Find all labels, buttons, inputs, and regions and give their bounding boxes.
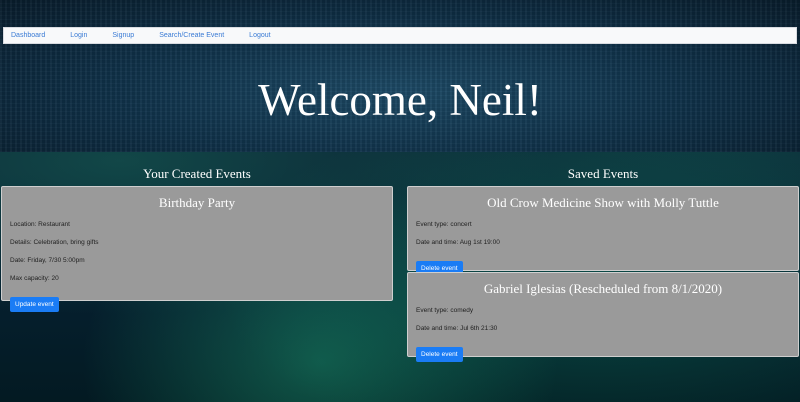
welcome-heading: Welcome, Neil!	[258, 75, 542, 125]
nav-logout[interactable]: Logout	[249, 32, 270, 39]
event-location: Location: Restaurant	[10, 221, 70, 228]
event-datetime: Date and time: Jul 6th 21:30	[416, 325, 498, 332]
event-title: Gabriel Iglesias (Rescheduled from 8/1/2…	[483, 281, 723, 296]
nav-search-create-event[interactable]: Search/Create Event	[159, 32, 224, 39]
event-details: Details: Celebration, bring gifts	[10, 239, 99, 246]
event-title: Old Crow Medicine Show with Molly Tuttle	[487, 195, 719, 210]
event-date: Date: Friday, 7/30 5:00pm	[10, 257, 85, 264]
navbar: Dashboard Login Signup Search/Create Eve…	[3, 27, 797, 44]
created-event-card: Birthday Party Location: Restaurant Deta…	[1, 186, 393, 312]
nav-signup[interactable]: Signup	[112, 32, 134, 39]
update-event-button[interactable]: Update event	[10, 297, 59, 312]
saved-event-card: Old Crow Medicine Show with Molly Tuttle…	[407, 186, 799, 276]
nav-dashboard[interactable]: Dashboard	[11, 32, 45, 39]
delete-event-button[interactable]: Delete event	[416, 347, 463, 362]
event-capacity: Max capacity: 20	[10, 275, 59, 282]
saved-events-heading: Saved Events	[567, 166, 639, 181]
created-events-heading: Your Created Events	[143, 166, 251, 181]
event-title: Birthday Party	[158, 195, 236, 210]
event-type: Event type: concert	[416, 221, 472, 228]
event-type: Event type: comedy	[416, 307, 474, 314]
event-datetime: Date and time: Aug 1st 19:00	[416, 239, 500, 246]
nav-login[interactable]: Login	[70, 32, 87, 39]
saved-event-card: Gabriel Iglesias (Rescheduled from 8/1/2…	[407, 272, 799, 362]
